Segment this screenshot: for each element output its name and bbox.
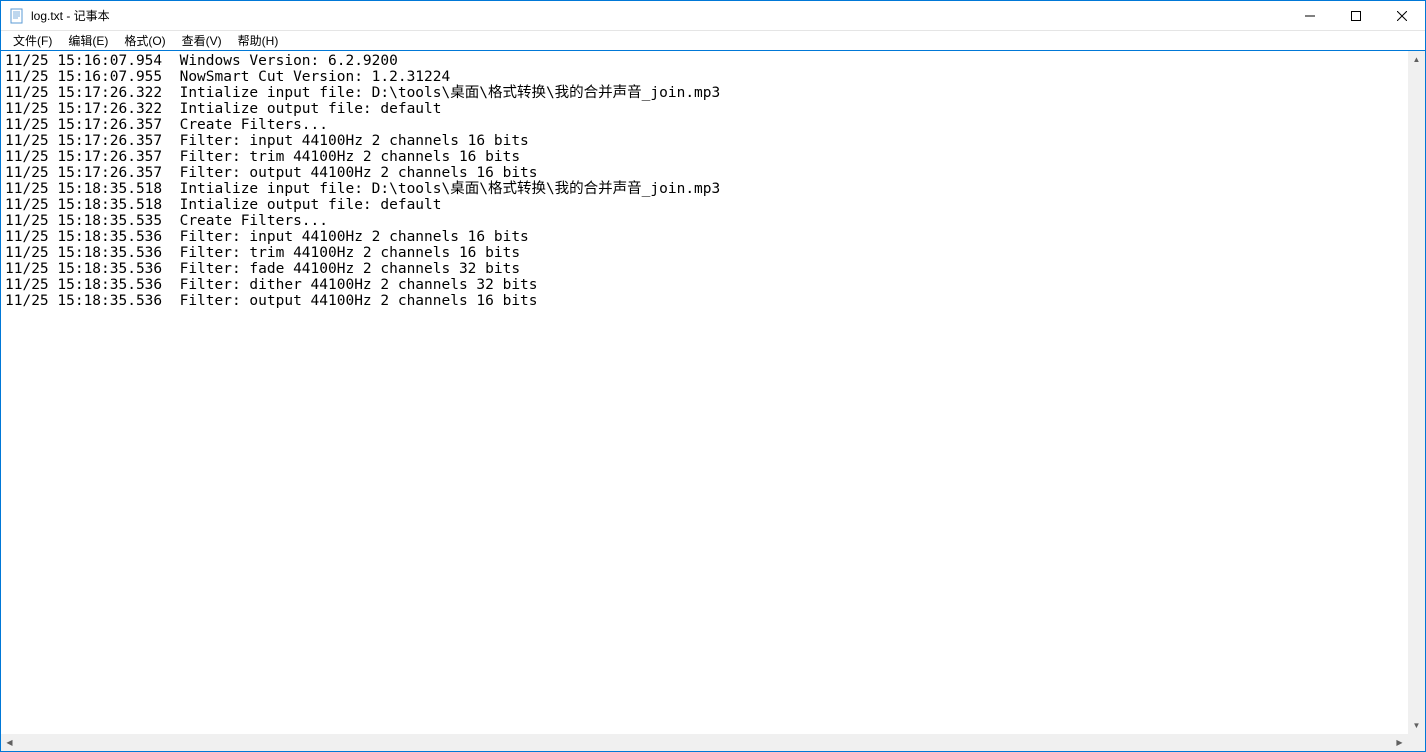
vertical-scrollbar[interactable]: ▲ ▼	[1408, 51, 1425, 734]
log-line: 11/25 15:18:35.518 Intialize input file:…	[5, 181, 1421, 197]
notepad-icon	[9, 8, 25, 24]
log-line: 11/25 15:18:35.518 Intialize output file…	[5, 197, 1421, 213]
window-title: log.txt - 记事本	[31, 7, 110, 24]
scroll-down-arrow-icon[interactable]: ▼	[1408, 717, 1425, 734]
log-line: 11/25 15:17:26.322 Intialize input file:…	[5, 85, 1421, 101]
close-button[interactable]	[1379, 1, 1425, 30]
log-line: 11/25 15:18:35.536 Filter: input 44100Hz…	[5, 229, 1421, 245]
menu-file[interactable]: 文件(F)	[5, 30, 60, 51]
maximize-button[interactable]	[1333, 1, 1379, 30]
menu-edit[interactable]: 编辑(E)	[60, 30, 116, 51]
menu-view[interactable]: 查看(V)	[174, 30, 230, 51]
log-line: 11/25 15:18:35.536 Filter: fade 44100Hz …	[5, 261, 1421, 277]
minimize-button[interactable]	[1287, 1, 1333, 30]
log-line: 11/25 15:17:26.357 Create Filters...	[5, 117, 1421, 133]
log-line: 11/25 15:17:26.357 Filter: output 44100H…	[5, 165, 1421, 181]
log-line: 11/25 15:18:35.536 Filter: dither 44100H…	[5, 277, 1421, 293]
horizontal-scrollbar[interactable]: ◀ ▶	[1, 734, 1408, 751]
titlebar-left: log.txt - 记事本	[9, 7, 110, 24]
menu-help[interactable]: 帮助(H)	[230, 30, 287, 51]
log-line: 11/25 15:18:35.535 Create Filters...	[5, 213, 1421, 229]
scroll-corner	[1408, 734, 1425, 751]
scroll-up-arrow-icon[interactable]: ▲	[1408, 51, 1425, 68]
scroll-left-arrow-icon[interactable]: ◀	[1, 734, 18, 751]
log-line: 11/25 15:18:35.536 Filter: trim 44100Hz …	[5, 245, 1421, 261]
log-line: 11/25 15:17:26.357 Filter: trim 44100Hz …	[5, 149, 1421, 165]
menubar: 文件(F) 编辑(E) 格式(O) 查看(V) 帮助(H)	[1, 31, 1425, 51]
log-line: 11/25 15:17:26.357 Filter: input 44100Hz…	[5, 133, 1421, 149]
window-controls	[1287, 1, 1425, 30]
log-line: 11/25 15:18:35.536 Filter: output 44100H…	[5, 293, 1421, 309]
log-line: 11/25 15:17:26.322 Intialize output file…	[5, 101, 1421, 117]
text-content[interactable]: 11/25 15:16:07.954 Windows Version: 6.2.…	[1, 51, 1425, 733]
titlebar: log.txt - 记事本	[1, 1, 1425, 31]
scroll-right-arrow-icon[interactable]: ▶	[1391, 734, 1408, 751]
log-line: 11/25 15:16:07.955 NowSmart Cut Version:…	[5, 69, 1421, 85]
log-line: 11/25 15:16:07.954 Windows Version: 6.2.…	[5, 53, 1421, 69]
menu-format[interactable]: 格式(O)	[116, 30, 173, 51]
